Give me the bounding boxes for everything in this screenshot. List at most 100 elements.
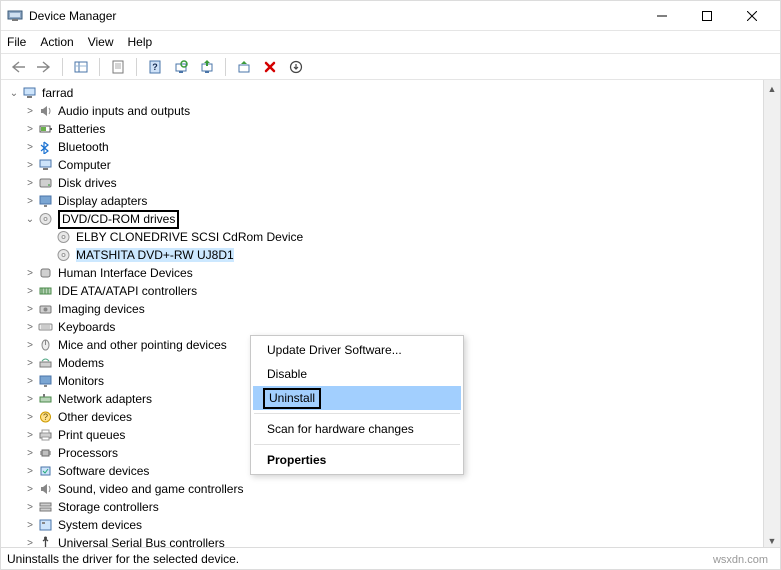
tree-item[interactable]: ⌄DVD/CD-ROM drives	[5, 210, 763, 228]
expand-arrow-icon[interactable]: >	[23, 520, 37, 531]
disk-icon	[37, 175, 54, 191]
maximize-button[interactable]	[684, 2, 729, 30]
tree-item-label: farrad	[42, 86, 73, 100]
tree-item[interactable]: >System devices	[5, 516, 763, 534]
context-disable[interactable]: Disable	[253, 362, 461, 386]
expand-arrow-icon[interactable]: >	[23, 322, 37, 333]
close-button[interactable]	[729, 2, 774, 30]
menu-view[interactable]: View	[88, 35, 114, 49]
tree-item-label: Network adapters	[58, 392, 152, 406]
tree-item[interactable]: > Bluetooth	[5, 138, 763, 156]
uninstall-button[interactable]	[259, 56, 281, 78]
back-button[interactable]	[7, 56, 29, 78]
tree-item-label: Modems	[58, 356, 104, 370]
expand-arrow-icon[interactable]: >	[23, 376, 37, 387]
context-scan-hardware[interactable]: Scan for hardware changes	[253, 417, 461, 441]
dvd-icon	[37, 211, 54, 227]
tree-item-label: Bluetooth	[58, 140, 109, 154]
cpu-icon	[37, 445, 54, 461]
tree-item-label: Disk drives	[58, 176, 117, 190]
expand-arrow-icon[interactable]: >	[23, 466, 37, 477]
expand-arrow-icon[interactable]: ⌄	[23, 214, 37, 225]
tree-item[interactable]: >Human Interface Devices	[5, 264, 763, 282]
expand-arrow-icon[interactable]: >	[23, 502, 37, 513]
display-icon	[37, 193, 54, 209]
tree-item[interactable]: >Audio inputs and outputs	[5, 102, 763, 120]
scan-hardware-button[interactable]	[170, 56, 192, 78]
tree-item[interactable]: >Imaging devices	[5, 300, 763, 318]
tree-item[interactable]: > Disk drives	[5, 174, 763, 192]
expand-arrow-icon[interactable]: >	[23, 430, 37, 441]
menu-action[interactable]: Action	[40, 35, 73, 49]
expand-arrow-icon[interactable]: ⌄	[7, 88, 21, 99]
expand-arrow-icon[interactable]: >	[23, 484, 37, 495]
svg-text:?: ?	[152, 62, 158, 72]
expand-arrow-icon[interactable]: >	[23, 106, 37, 117]
expand-arrow-icon[interactable]: >	[23, 160, 37, 171]
print-icon	[37, 427, 54, 443]
tree-item[interactable]: MATSHITA DVD+-RW UJ8D1	[5, 246, 763, 264]
tree-item-label: Other devices	[58, 410, 132, 424]
properties-button[interactable]	[107, 56, 129, 78]
expand-arrow-icon[interactable]: >	[23, 358, 37, 369]
tree-item[interactable]: >Computer	[5, 156, 763, 174]
tree-item[interactable]: > Storage controllers	[5, 498, 763, 516]
scroll-up-button[interactable]: ▲	[764, 80, 780, 97]
menu-help[interactable]: Help	[128, 35, 153, 49]
enable-button[interactable]	[285, 56, 307, 78]
context-update-driver[interactable]: Update Driver Software...	[253, 338, 461, 362]
dvd-icon	[55, 247, 72, 263]
computer-icon	[37, 157, 54, 173]
app-icon	[7, 8, 23, 24]
menubar: File Action View Help	[1, 31, 780, 53]
tree-item[interactable]: ⌄ farrad	[5, 84, 763, 102]
tree-item[interactable]: >Batteries	[5, 120, 763, 138]
expand-arrow-icon[interactable]: >	[23, 340, 37, 351]
tree-item[interactable]: ELBY CLONEDRIVE SCSI CdRom Device	[5, 228, 763, 246]
expand-arrow-icon[interactable]: >	[23, 196, 37, 207]
bluetooth-icon	[37, 139, 54, 155]
expand-arrow-icon[interactable]: >	[23, 412, 37, 423]
expand-arrow-icon[interactable]: >	[23, 286, 37, 297]
ide-icon	[37, 283, 54, 299]
update-driver-button[interactable]	[196, 56, 218, 78]
modem-icon	[37, 355, 54, 371]
expand-arrow-icon[interactable]: >	[23, 448, 37, 459]
menu-file[interactable]: File	[7, 35, 26, 49]
toolbar-separator	[225, 58, 226, 76]
vertical-scrollbar[interactable]: ▲ ▼	[763, 80, 780, 549]
help-button[interactable]: ?	[144, 56, 166, 78]
mouse-icon	[37, 337, 54, 353]
expand-arrow-icon[interactable]: >	[23, 178, 37, 189]
device-tree[interactable]: ⌄ farrad >Audio inputs and outputs>Batteri…	[1, 80, 763, 549]
watermark: wsxdn.com	[713, 554, 768, 566]
expand-arrow-icon[interactable]: >	[23, 268, 37, 279]
statusbar: Uninstalls the driver for the selected d…	[1, 547, 780, 569]
tree-item-label: Storage controllers	[58, 500, 159, 514]
context-separator	[254, 413, 460, 414]
tree-item[interactable]: >IDE ATA/ATAPI controllers	[5, 282, 763, 300]
expand-arrow-icon[interactable]: >	[23, 124, 37, 135]
expand-arrow-icon[interactable]: >	[23, 142, 37, 153]
toolbar-separator	[136, 58, 137, 76]
tree-item-label: Sound, video and game controllers	[58, 482, 243, 496]
forward-button[interactable]	[33, 56, 55, 78]
battery-icon	[37, 121, 54, 137]
content-area: ⌄ farrad >Audio inputs and outputs>Batteri…	[1, 80, 780, 549]
tree-item[interactable]: >Display adapters	[5, 192, 763, 210]
storage-icon	[37, 499, 54, 515]
hid-icon	[37, 265, 54, 281]
tree-item[interactable]: > Sound, video and game controllers	[5, 480, 763, 498]
dvd-icon	[55, 229, 72, 245]
minimize-button[interactable]	[639, 2, 684, 30]
context-uninstall[interactable]: Uninstall	[253, 386, 461, 410]
show-hide-tree-button[interactable]	[70, 56, 92, 78]
tree-item-label: Software devices	[58, 464, 149, 478]
tree-item[interactable]: >Keyboards	[5, 318, 763, 336]
disable-button[interactable]	[233, 56, 255, 78]
expand-arrow-icon[interactable]: >	[23, 304, 37, 315]
expand-arrow-icon[interactable]: >	[23, 394, 37, 405]
audio-icon	[37, 481, 54, 497]
context-menu: Update Driver Software... Disable Uninst…	[250, 335, 464, 475]
context-properties[interactable]: Properties	[253, 448, 461, 472]
